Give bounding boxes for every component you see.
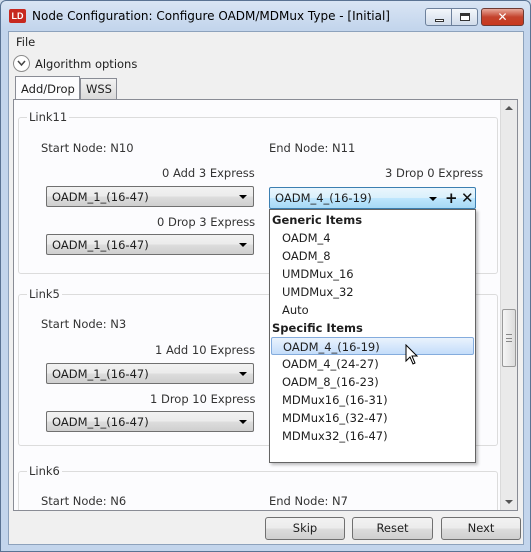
dropdown-arrow-icon <box>239 195 247 199</box>
dropdown-item[interactable]: OADM_8_(16-23) <box>282 375 379 389</box>
app-logo-icon: LD <box>9 9 26 23</box>
start-drop-count: 1 Drop 10 Express <box>150 392 256 406</box>
link-title: Link11 <box>27 110 70 124</box>
minimize-icon <box>435 19 444 22</box>
start-add-count: 1 Add 10 Express <box>155 343 256 357</box>
end-drop-count: 3 Drop 0 Express <box>385 166 484 180</box>
start-drop-combo[interactable]: OADM_1_(16-47) <box>46 411 254 432</box>
algorithm-options-label: Algorithm options <box>35 57 138 71</box>
type-dropdown-list: Generic Items OADM_4 OADM_8 UMDMux_16 UM… <box>269 209 476 463</box>
dropdown-item[interactable]: MDMux16_(32-47) <box>282 411 388 425</box>
reset-button[interactable]: Reset <box>352 517 433 540</box>
maximize-icon <box>460 13 470 21</box>
next-button[interactable]: Next <box>441 517 521 540</box>
minimize-button[interactable] <box>425 8 452 26</box>
title-bar[interactable]: LD Node Configuration: Configure OADM/MD… <box>1 1 530 31</box>
dropdown-arrow-icon <box>239 372 247 376</box>
scroll-thumb[interactable] <box>502 309 516 367</box>
dropdown-arrow-icon <box>239 420 247 424</box>
chevron-down-icon[interactable] <box>13 55 30 72</box>
add-icon[interactable]: + <box>445 189 458 207</box>
dropdown-item[interactable]: UMDMux_32 <box>282 285 354 299</box>
link-title: Link5 <box>27 287 62 301</box>
start-node-label: Start Node: N3 <box>41 317 127 331</box>
dropdown-item[interactable]: UMDMux_16 <box>282 267 354 281</box>
start-drop-count: 0 Drop 3 Express <box>157 215 256 229</box>
close-icon: ✕ <box>497 10 508 24</box>
dropdown-item[interactable]: MDMux16_(16-31) <box>282 393 388 407</box>
dropdown-item[interactable]: OADM_8 <box>282 249 331 263</box>
start-add-combo[interactable]: OADM_1_(16-47) <box>46 363 254 384</box>
start-node-label: Start Node: N6 <box>41 494 127 508</box>
link-group: Link6 Start Node: N6 End Node: N7 <box>18 464 498 510</box>
menu-file[interactable]: File <box>16 35 35 49</box>
scroll-down-icon[interactable] <box>501 493 517 510</box>
menu-bar: File <box>9 32 523 52</box>
link-title: Link6 <box>27 464 62 478</box>
combo-value: OADM_4_(16-19) <box>275 191 372 205</box>
maximize-button[interactable] <box>452 8 478 26</box>
dropdown-item[interactable]: Auto <box>282 303 309 317</box>
app-window: LD Node Configuration: Configure OADM/MD… <box>0 0 531 552</box>
start-add-combo[interactable]: OADM_1_(16-47) <box>46 186 254 207</box>
start-drop-combo[interactable]: OADM_1_(16-47) <box>46 234 254 255</box>
end-drop-combo[interactable]: OADM_4_(16-19) + ✕ <box>269 187 476 209</box>
combo-value: OADM_1_(16-47) <box>52 238 149 252</box>
start-node-label: Start Node: N10 <box>41 141 134 155</box>
mouse-cursor-icon <box>405 344 419 365</box>
remove-icon[interactable]: ✕ <box>461 189 474 207</box>
combo-value: OADM_1_(16-47) <box>52 415 149 429</box>
window-title: Node Configuration: Configure OADM/MDMux… <box>32 9 390 23</box>
tab-wss[interactable]: WSS <box>80 78 117 99</box>
vertical-scrollbar[interactable] <box>500 100 517 510</box>
dropdown-item-selected[interactable]: OADM_4_(16-19) <box>271 337 474 355</box>
dropdown-arrow-icon <box>239 243 247 247</box>
tab-add-drop[interactable]: Add/Drop <box>15 76 80 99</box>
start-add-count: 0 Add 3 Express <box>162 166 255 180</box>
combo-value: OADM_1_(16-47) <box>52 190 149 204</box>
generic-items-header: Generic Items <box>272 213 363 227</box>
dropdown-item[interactable]: MDMux32_(16-47) <box>282 429 388 443</box>
end-node-label: End Node: N11 <box>269 141 356 155</box>
combo-value: OADM_1_(16-47) <box>52 367 149 381</box>
dropdown-arrow-icon[interactable] <box>429 197 437 201</box>
scroll-up-icon[interactable] <box>501 100 517 117</box>
end-node-label: End Node: N7 <box>269 494 348 508</box>
skip-button[interactable]: Skip <box>265 517 345 540</box>
close-button[interactable]: ✕ <box>481 8 524 26</box>
dropdown-item[interactable]: OADM_4 <box>282 231 331 245</box>
specific-items-header: Specific Items <box>272 321 363 335</box>
dropdown-item[interactable]: OADM_4_(24-27) <box>282 357 379 371</box>
grip-icon <box>506 334 512 342</box>
